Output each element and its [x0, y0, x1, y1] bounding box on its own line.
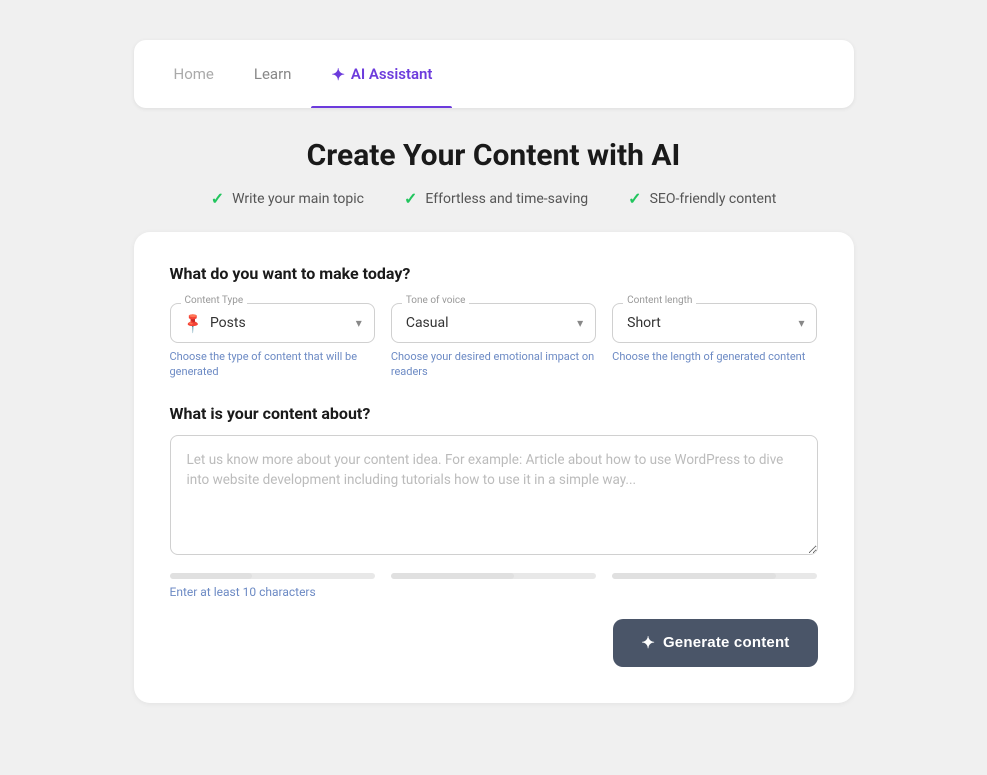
- content-about-title: What is your content about?: [170, 404, 818, 423]
- generate-button[interactable]: ✦ Generate content: [613, 619, 817, 667]
- content-type-inner[interactable]: 📌 Posts: [171, 304, 374, 342]
- page-container: Home Learn ✦ AI Assistant Create Your Co…: [20, 20, 967, 755]
- pin-icon: 📌: [181, 311, 205, 335]
- nav-home[interactable]: Home: [154, 40, 234, 108]
- tone-of-voice-label: Tone of voice: [402, 295, 470, 306]
- content-length-dropdown[interactable]: Content length Short ▾: [612, 303, 817, 343]
- content-about-section: What is your content about? Enter at lea…: [170, 404, 818, 667]
- content-length-hint: Choose the length of generated content: [612, 349, 817, 364]
- tone-of-voice-value: Casual: [406, 315, 449, 331]
- feature-time-saving-label: Effortless and time-saving: [425, 191, 588, 207]
- content-length-inner[interactable]: Short: [613, 304, 816, 342]
- nav-learn[interactable]: Learn: [234, 40, 312, 108]
- feature-seo-label: SEO-friendly content: [650, 191, 777, 207]
- progress-bar-fill-3: [612, 573, 776, 579]
- dropdowns-row: Content Type 📌 Posts ▾ Choose the type o…: [170, 303, 818, 380]
- generate-button-row: ✦ Generate content: [170, 619, 818, 667]
- content-type-value: Posts: [210, 315, 246, 331]
- content-textarea[interactable]: [170, 435, 818, 555]
- content-length-value: Short: [627, 315, 661, 331]
- progress-bar-fill-1: [170, 573, 252, 579]
- progress-bar-3: [612, 573, 817, 579]
- sparkle-button-icon: ✦: [641, 633, 655, 653]
- tone-of-voice-dropdown[interactable]: Tone of voice Casual ▾: [391, 303, 596, 343]
- page-header: Create Your Content with AI ✓ Write your…: [211, 138, 777, 208]
- nav-bar: Home Learn ✦ AI Assistant: [134, 40, 854, 108]
- tone-of-voice-hint: Choose your desired emotional impact on …: [391, 349, 596, 380]
- feature-time-saving: ✓ Effortless and time-saving: [404, 189, 588, 208]
- feature-main-topic-label: Write your main topic: [232, 191, 364, 207]
- content-type-label: Content Type: [181, 295, 248, 306]
- progress-bar-fill-2: [391, 573, 514, 579]
- main-card: What do you want to make today? Content …: [134, 232, 854, 703]
- content-type-dropdown[interactable]: Content Type 📌 Posts ▾: [170, 303, 375, 343]
- make-today-title: What do you want to make today?: [170, 264, 818, 283]
- content-type-group: Content Type 📌 Posts ▾ Choose the type o…: [170, 303, 375, 380]
- tone-of-voice-inner[interactable]: Casual: [392, 304, 595, 342]
- feature-seo: ✓ SEO-friendly content: [628, 189, 776, 208]
- features-row: ✓ Write your main topic ✓ Effortless and…: [211, 189, 777, 208]
- content-type-hint: Choose the type of content that will be …: [170, 349, 375, 380]
- chars-hint: Enter at least 10 characters: [170, 585, 818, 599]
- sparkle-nav-icon: ✦: [331, 65, 344, 84]
- progress-bar-2: [391, 573, 596, 579]
- check-icon-3: ✓: [628, 189, 641, 208]
- content-length-label: Content length: [623, 295, 696, 306]
- progress-bar-1: [170, 573, 375, 579]
- check-icon-1: ✓: [211, 189, 224, 208]
- nav-ai-label: AI Assistant: [351, 65, 433, 83]
- tone-of-voice-group: Tone of voice Casual ▾ Choose your desir…: [391, 303, 596, 380]
- check-icon-2: ✓: [404, 189, 417, 208]
- content-length-group: Content length Short ▾ Choose the length…: [612, 303, 817, 380]
- progress-bars-row: [170, 573, 818, 579]
- generate-button-label: Generate content: [663, 634, 790, 651]
- page-title: Create Your Content with AI: [211, 138, 777, 173]
- feature-main-topic: ✓ Write your main topic: [211, 189, 364, 208]
- nav-ai-assistant[interactable]: ✦ AI Assistant: [311, 40, 452, 108]
